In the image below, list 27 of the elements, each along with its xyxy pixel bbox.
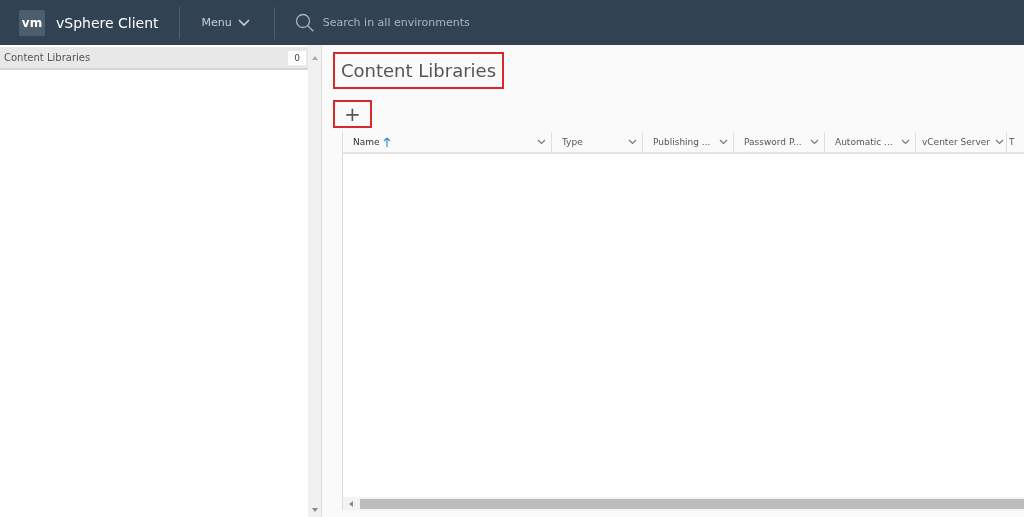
column-header[interactable]: Type	[552, 132, 643, 152]
search-icon	[294, 12, 315, 33]
chevron-down-icon	[537, 139, 546, 145]
chevron-down-icon	[901, 139, 910, 145]
column-header[interactable]: Publishing ...	[643, 132, 734, 152]
scroll-down-icon	[310, 507, 319, 513]
column-header[interactable]: Automatic ...	[825, 132, 916, 152]
scroll-left-icon	[348, 499, 354, 508]
column-header[interactable]: T	[1007, 132, 1024, 152]
chevron-down-icon	[628, 139, 637, 145]
app-title: vSphere Client	[56, 14, 159, 31]
add-button[interactable]: +	[333, 100, 372, 128]
chevron-down-icon	[810, 139, 819, 145]
column-header[interactable]: vCenter Server	[916, 132, 1007, 152]
page-title: Content Libraries	[333, 52, 505, 89]
sidebar-title: Content Libraries	[4, 52, 92, 63]
scroll-up-icon	[310, 55, 319, 61]
column-header[interactable]: Name	[343, 132, 552, 152]
column-header[interactable]: Password P...	[734, 132, 825, 152]
menu-button[interactable]: Menu	[179, 16, 274, 29]
sort-up-icon	[382, 137, 391, 147]
chevron-down-icon	[995, 139, 1004, 145]
search-field[interactable]: Search in all environments	[320, 15, 525, 30]
chevron-down-icon	[719, 139, 728, 145]
count-badge: 0	[288, 50, 306, 65]
vm-logo: vm	[19, 9, 45, 36]
chevron-down-icon	[237, 18, 250, 27]
